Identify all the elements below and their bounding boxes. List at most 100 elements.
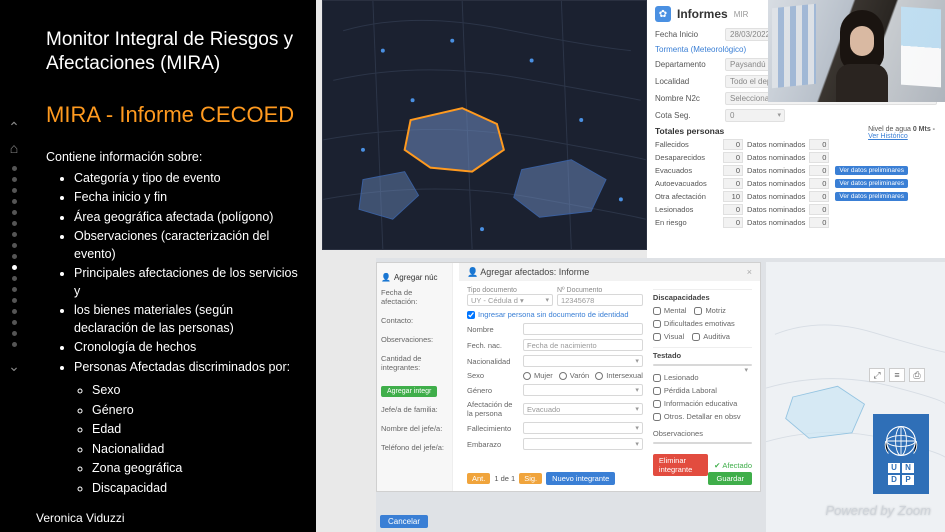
fallecimiento-label: Fallecimiento	[467, 424, 519, 433]
nuevo-integrante-button[interactable]: Nuevo integrante	[546, 472, 615, 485]
nacionalidad-select[interactable]	[523, 355, 643, 367]
flag-secondary	[901, 7, 941, 88]
stat-count2[interactable]: 0	[809, 152, 829, 163]
nombre-label: Nombre N2c	[655, 94, 719, 103]
nav-dot[interactable]	[12, 166, 17, 171]
pager-next-button[interactable]: Sig.	[519, 473, 542, 484]
test-checkbox[interactable]	[653, 387, 661, 395]
stat-count[interactable]: 0	[723, 178, 743, 189]
stats-list: Fallecidos0Datos nominados0Desaparecidos…	[655, 139, 937, 228]
test-checkbox[interactable]	[653, 413, 661, 421]
fecha-afectacion-label: Fecha de afectación:	[381, 288, 448, 306]
nav-dot[interactable]	[12, 210, 17, 215]
chevron-up-icon[interactable]: ⌃	[8, 120, 20, 134]
nav-dot[interactable]	[12, 243, 17, 248]
layers-icon[interactable]: ≡	[889, 368, 905, 382]
disc-checkbox[interactable]	[653, 320, 661, 328]
modal-dialog: 👤 Agregar afectados: Informe × Tipo docu…	[459, 263, 760, 491]
test-opt: Información educativa	[664, 399, 737, 408]
nav-dot[interactable]	[12, 298, 17, 303]
nav-dot[interactable]	[12, 232, 17, 237]
undp-letter: N	[902, 463, 914, 473]
disc-checkbox[interactable]	[653, 307, 661, 315]
nav-dot[interactable]	[12, 177, 17, 182]
stat-text: Datos nominados	[747, 205, 805, 214]
stat-count2[interactable]: 0	[809, 165, 829, 176]
testado-select[interactable]	[653, 364, 752, 366]
cancelar-button[interactable]: Cancelar	[380, 515, 428, 528]
fullscreen-icon[interactable]: ⤢	[869, 368, 885, 382]
stat-count2[interactable]: 0	[809, 217, 829, 228]
informes-note: MIR	[734, 10, 749, 19]
sexo-radio[interactable]	[559, 372, 567, 380]
num-doc-input[interactable]: 12345678	[557, 294, 643, 306]
slide-panel: Monitor Integral de Riesgos y Afectacion…	[28, 0, 316, 532]
nav-dot[interactable]	[12, 254, 17, 259]
ver-datos-button[interactable]: Ver datos preliminares	[835, 179, 908, 188]
stat-count[interactable]: 10	[723, 191, 743, 202]
disc-checkbox[interactable]	[653, 333, 661, 341]
disc-checkbox[interactable]	[694, 307, 702, 315]
nav-dot[interactable]	[12, 188, 17, 193]
stat-count[interactable]: 0	[723, 204, 743, 215]
slide-bullet: Cronología de hechos	[74, 339, 300, 357]
afectacion-select[interactable]: Evacuado	[523, 403, 643, 415]
discapacidades-header: Discapacidades	[653, 289, 752, 302]
globe-icon	[883, 423, 919, 459]
nav-dot-active[interactable]	[12, 265, 17, 270]
chevron-down-icon[interactable]: ⌄	[8, 359, 20, 373]
ver-datos-button[interactable]: Ver datos preliminares	[835, 192, 908, 201]
departamento-label: Departamento	[655, 60, 719, 69]
embarazo-select[interactable]	[523, 438, 643, 450]
evento-tipo-link[interactable]: Tormenta (Meteorológico)	[655, 45, 746, 54]
nivel-historico-link[interactable]: Ver Histórico	[868, 133, 908, 140]
nav-dot[interactable]	[12, 309, 17, 314]
agregar-integrante-button[interactable]: Agregar integr	[381, 386, 437, 397]
stat-count2[interactable]: 0	[809, 178, 829, 189]
cota-input[interactable]: 0	[725, 109, 785, 122]
sin-doc-checkbox[interactable]	[467, 311, 475, 319]
stat-count2[interactable]: 0	[809, 191, 829, 202]
pager-prev-button[interactable]: Ant.	[467, 473, 490, 484]
nombre-input[interactable]	[523, 323, 643, 335]
genero-select[interactable]	[523, 384, 643, 396]
stat-row: Otra afectación10Datos nominados0Ver dat…	[655, 191, 937, 202]
map-view[interactable]: + −	[322, 0, 647, 250]
nav-dot[interactable]	[12, 199, 17, 204]
stat-count[interactable]: 0	[723, 152, 743, 163]
obs-textarea[interactable]	[653, 442, 752, 444]
print-icon[interactable]: ⎙	[909, 368, 925, 382]
stat-count[interactable]: 0	[723, 217, 743, 228]
stat-count2[interactable]: 0	[809, 139, 829, 150]
nacionalidad-label: Nacionalidad	[467, 357, 519, 366]
stat-row: Autoevacuados0Datos nominados0Ver datos …	[655, 178, 937, 189]
slide-bullet: Fecha inicio y fin	[74, 189, 300, 207]
stat-count[interactable]: 0	[723, 139, 743, 150]
close-icon[interactable]: ×	[747, 267, 752, 277]
nav-dot[interactable]	[12, 331, 17, 336]
nav-dot[interactable]	[12, 221, 17, 226]
slide-intro: Contiene información sobre:	[46, 150, 300, 164]
fallecimiento-select[interactable]	[523, 422, 643, 434]
nav-dot[interactable]	[12, 320, 17, 325]
tipo-doc-select[interactable]: UY - Cédula d ▾	[467, 294, 553, 306]
presenter-icon	[826, 10, 898, 100]
sexo-label: Sexo	[467, 371, 519, 380]
sin-doc-link[interactable]: Ingresar persona sin documento de identi…	[478, 310, 629, 319]
stat-count2[interactable]: 0	[809, 204, 829, 215]
guardar-button[interactable]: Guardar	[708, 472, 752, 485]
side-header: Agregar núc	[394, 273, 438, 282]
fnac-input[interactable]: Fecha de nacimiento	[523, 339, 643, 351]
nav-dot[interactable]	[12, 287, 17, 292]
nav-dot[interactable]	[12, 342, 17, 347]
testado-header: Testado	[653, 347, 752, 360]
disc-checkbox[interactable]	[692, 333, 700, 341]
home-icon[interactable]: ⌂	[10, 140, 18, 156]
sexo-radio[interactable]	[595, 372, 603, 380]
nav-dot[interactable]	[12, 276, 17, 281]
ver-datos-button[interactable]: Ver datos preliminares	[835, 166, 908, 175]
test-checkbox[interactable]	[653, 374, 661, 382]
stat-count[interactable]: 0	[723, 165, 743, 176]
test-checkbox[interactable]	[653, 400, 661, 408]
sexo-radio[interactable]	[523, 372, 531, 380]
